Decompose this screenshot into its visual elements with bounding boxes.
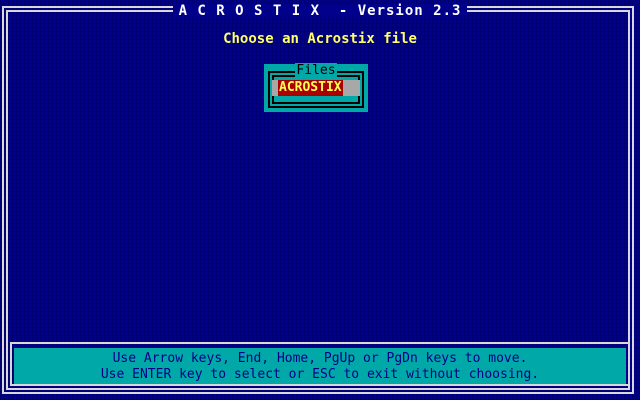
help-text-navigation: Use Arrow keys, End, Home, PgUp or PgDn … — [112, 351, 528, 366]
choose-file-prompt: Choose an Acrostix file — [223, 31, 417, 47]
file-list-item[interactable]: ACROSTIX — [278, 80, 343, 96]
files-panel-label: Files — [295, 63, 337, 78]
app-title: A C R O S T I X - Version 2.3 — [172, 4, 468, 18]
help-text-select: Use ENTER key to select or ESC to exit w… — [100, 367, 540, 382]
dos-screen: A C R O S T I X - Version 2.3 Choose an … — [0, 0, 640, 400]
title-bar: A C R O S T I X - Version 2.3 — [0, 0, 640, 18]
